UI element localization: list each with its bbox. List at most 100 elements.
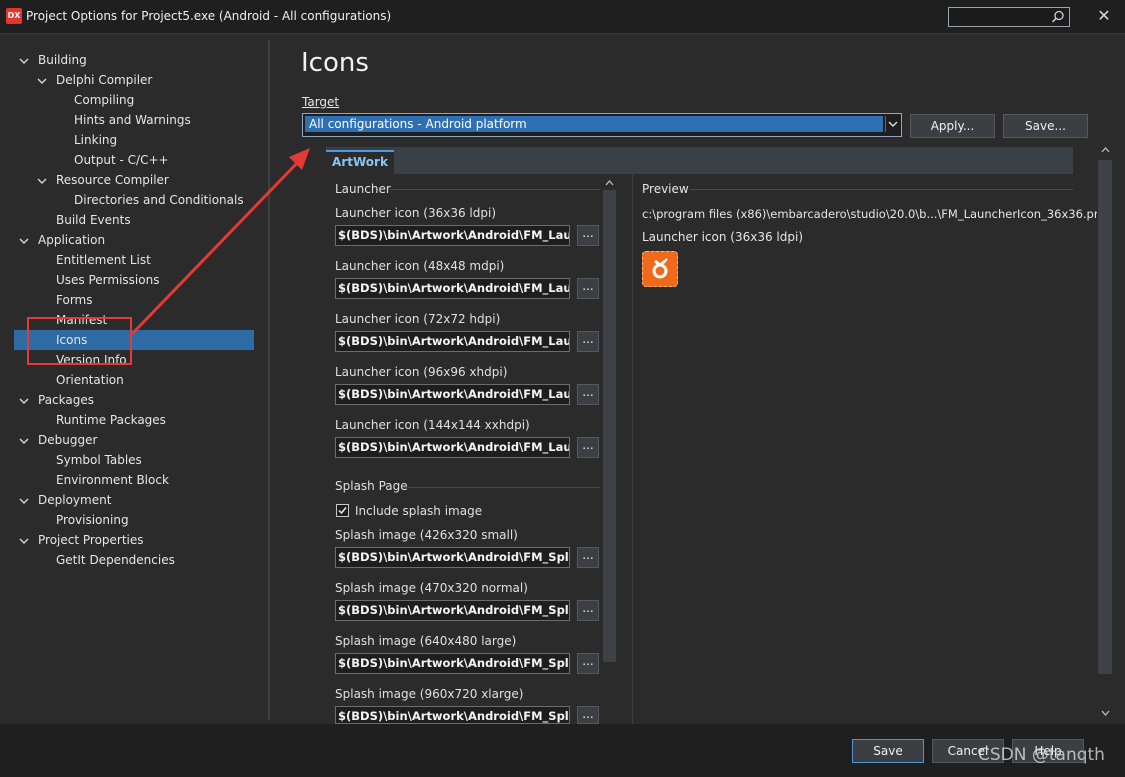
launcher-path-72[interactable]: $(BDS)\bin\Artwork\Android\FM_LauncherIc… <box>335 331 570 352</box>
chevron-down-icon[interactable] <box>18 435 30 447</box>
browse-button[interactable]: ... <box>577 600 599 621</box>
tree-item-label: Building <box>38 53 87 67</box>
save-button[interactable]: Save <box>852 739 924 763</box>
tree-item-orientation[interactable]: Orientation <box>0 370 260 390</box>
tree-item-getit-dependencies[interactable]: GetIt Dependencies <box>0 550 260 570</box>
launcher-label-144: Launcher icon (144x144 xxhdpi) <box>335 418 530 432</box>
tree-item-build-events[interactable]: Build Events <box>0 210 260 230</box>
apply-button[interactable]: Apply... <box>910 114 995 138</box>
tree-item-label: Symbol Tables <box>56 453 142 467</box>
tree-item-environment-block[interactable]: Environment Block <box>0 470 260 490</box>
launcher-label-48: Launcher icon (48x48 mdpi) <box>335 259 505 273</box>
tree-item-runtime-packages[interactable]: Runtime Packages <box>0 410 260 430</box>
splash-path-xlarge[interactable]: $(BDS)\bin\Artwork\Android\FM_SplashImag… <box>335 706 570 724</box>
tree-item-label: Resource Compiler <box>56 173 169 187</box>
tree-item-debugger[interactable]: Debugger <box>0 430 260 450</box>
splash-label-normal: Splash image (470x320 normal) <box>335 581 528 595</box>
page-scroll-up-icon[interactable] <box>1100 145 1111 155</box>
launcher-label-96: Launcher icon (96x96 xhdpi) <box>335 365 508 379</box>
include-splash-checkbox[interactable] <box>336 504 349 517</box>
page-title: Icons <box>301 48 369 78</box>
tree-item-delphi-compiler[interactable]: Delphi Compiler <box>0 70 260 90</box>
chevron-down-icon[interactable] <box>36 75 48 87</box>
launcher-group-label: Launcher <box>335 182 391 196</box>
tree-item-label: Deployment <box>38 493 112 507</box>
page-scrollbar-thumb[interactable] <box>1098 160 1112 674</box>
options-tree[interactable]: Building Delphi Compiler Compiling Hints an… <box>0 34 268 724</box>
launcher-glyph-icon <box>652 258 668 279</box>
tree-item-label: Entitlement List <box>56 253 151 267</box>
tree-item-label: Output - C/C++ <box>74 153 169 167</box>
splash-group-line <box>403 487 600 488</box>
include-splash-label[interactable]: Include splash image <box>355 504 482 518</box>
tree-item-building[interactable]: Building <box>0 50 260 70</box>
tree-item-output-c-c[interactable]: Output - C/C++ <box>0 150 260 170</box>
browse-button[interactable]: ... <box>577 225 599 246</box>
tree-item-forms[interactable]: Forms <box>0 290 260 310</box>
tab-artwork[interactable]: ArtWork <box>326 150 394 174</box>
splash-label-xlarge: Splash image (960x720 xlarge) <box>335 687 524 701</box>
search-input[interactable] <box>948 7 1070 27</box>
tree-item-application[interactable]: Application <box>0 230 260 250</box>
tree-item-label: Build Events <box>56 213 131 227</box>
chevron-down-icon[interactable] <box>18 495 30 507</box>
tree-item-provisioning[interactable]: Provisioning <box>0 510 260 530</box>
page-scroll-down-icon[interactable] <box>1100 708 1111 718</box>
splash-path-normal[interactable]: $(BDS)\bin\Artwork\Android\FM_SplashImag… <box>335 600 570 621</box>
title-bar: DX Project Options for Project5.exe (And… <box>0 0 1125 34</box>
tree-item-project-properties[interactable]: Project Properties <box>0 530 260 550</box>
tree-item-label: Environment Block <box>56 473 169 487</box>
browse-button[interactable]: ... <box>577 437 599 458</box>
tree-item-label: Hints and Warnings <box>74 113 191 127</box>
browse-button[interactable]: ... <box>577 547 599 568</box>
tree-item-label: Provisioning <box>56 513 129 527</box>
browse-button[interactable]: ... <box>577 653 599 674</box>
browse-button[interactable]: ... <box>577 331 599 352</box>
pane-divider <box>632 174 633 724</box>
splash-path-small[interactable]: $(BDS)\bin\Artwork\Android\FM_SplashImag… <box>335 547 570 568</box>
window-title: Project Options for Project5.exe (Androi… <box>26 9 392 23</box>
tree-item-linking[interactable]: Linking <box>0 130 260 150</box>
preview-path: c:\program files (x86)\embarcadero\studi… <box>642 207 1109 221</box>
browse-button[interactable]: ... <box>577 706 599 724</box>
chevron-down-icon[interactable] <box>18 55 30 67</box>
chevron-down-icon[interactable] <box>18 235 30 247</box>
splitter[interactable] <box>268 40 270 720</box>
tree-item-packages[interactable]: Packages <box>0 390 260 410</box>
pane-scrollbar-thumb[interactable] <box>603 190 616 662</box>
android-launcher-icon <box>642 251 678 287</box>
browse-button[interactable]: ... <box>577 278 599 299</box>
target-label-text: Target <box>302 95 340 109</box>
tree-item-resource-compiler[interactable]: Resource Compiler <box>0 170 260 190</box>
chevron-down-icon[interactable] <box>36 175 48 187</box>
launcher-path-48[interactable]: $(BDS)\bin\Artwork\Android\FM_LauncherIc… <box>335 278 570 299</box>
splash-label-large: Splash image (640x480 large) <box>335 634 517 648</box>
target-select[interactable]: All configurations - Android platform <box>302 113 902 137</box>
launcher-path-144[interactable]: $(BDS)\bin\Artwork\Android\FM_LauncherIc… <box>335 437 570 458</box>
scroll-up-icon[interactable] <box>604 178 615 188</box>
tree-item-symbol-tables[interactable]: Symbol Tables <box>0 450 260 470</box>
tree-item-directories-and-conditionals[interactable]: Directories and Conditionals <box>0 190 260 210</box>
tree-item-entitlement-list[interactable]: Entitlement List <box>0 250 260 270</box>
launcher-label-72: Launcher icon (72x72 hdpi) <box>335 312 501 326</box>
splash-label-small: Splash image (426x320 small) <box>335 528 518 542</box>
chevron-down-icon[interactable] <box>885 116 900 132</box>
tree-item-deployment[interactable]: Deployment <box>0 490 260 510</box>
tree-item-uses-permissions[interactable]: Uses Permissions <box>0 270 260 290</box>
tree-item-compiling[interactable]: Compiling <box>0 90 260 110</box>
preview-caption: Launcher icon (36x36 ldpi) <box>642 230 803 244</box>
save-dots-button[interactable]: Save... <box>1003 114 1088 138</box>
tree-item-hints-and-warnings[interactable]: Hints and Warnings <box>0 110 260 130</box>
check-icon <box>338 507 347 515</box>
watermark: CSDN @tanqth <box>978 745 1105 765</box>
splash-path-large[interactable]: $(BDS)\bin\Artwork\Android\FM_SplashImag… <box>335 653 570 674</box>
launcher-path-96[interactable]: $(BDS)\bin\Artwork\Android\FM_LauncherIc… <box>335 384 570 405</box>
close-button[interactable]: ✕ <box>1090 2 1118 30</box>
chevron-down-icon[interactable] <box>18 535 30 547</box>
browse-button[interactable]: ... <box>577 384 599 405</box>
launcher-path-36[interactable]: $(BDS)\bin\Artwork\Android\FM_LauncherIc… <box>335 225 570 246</box>
chevron-down-icon[interactable] <box>18 395 30 407</box>
search-icon[interactable] <box>1051 10 1065 24</box>
tab-strip: ArtWork <box>326 147 1073 174</box>
preview-label: Preview <box>642 182 689 196</box>
